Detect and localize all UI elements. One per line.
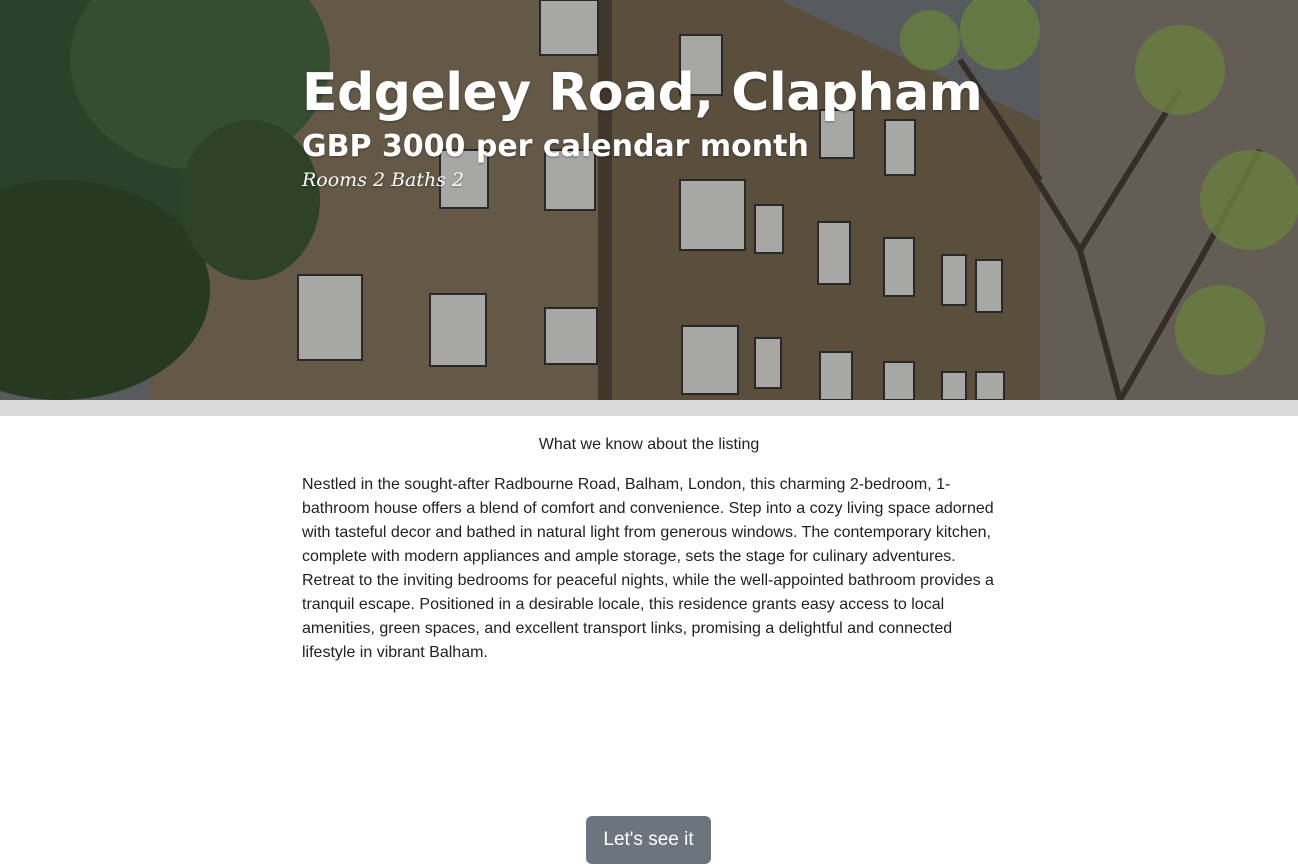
baths-count: Baths 2 — [391, 169, 465, 191]
hero-banner: Edgeley Road, Clapham GBP 3000 per calen… — [0, 0, 1298, 400]
lets-see-it-button[interactable]: Let's see it — [586, 816, 711, 864]
listing-info-heading: What we know about the listing — [538, 436, 760, 453]
listing-title: Edgeley Road, Clapham — [302, 63, 983, 123]
section-divider — [0, 400, 1298, 416]
listing-price: GBP 3000 per calendar month — [302, 129, 809, 164]
listing-rooms-baths: Rooms 2 Baths 2 — [302, 168, 982, 192]
listing-description: Nestled in the sought-after Radbourne Ro… — [302, 476, 994, 661]
hero-caption: Edgeley Road, Clapham GBP 3000 per calen… — [302, 60, 983, 192]
rooms-count: Rooms 2 — [302, 169, 386, 191]
